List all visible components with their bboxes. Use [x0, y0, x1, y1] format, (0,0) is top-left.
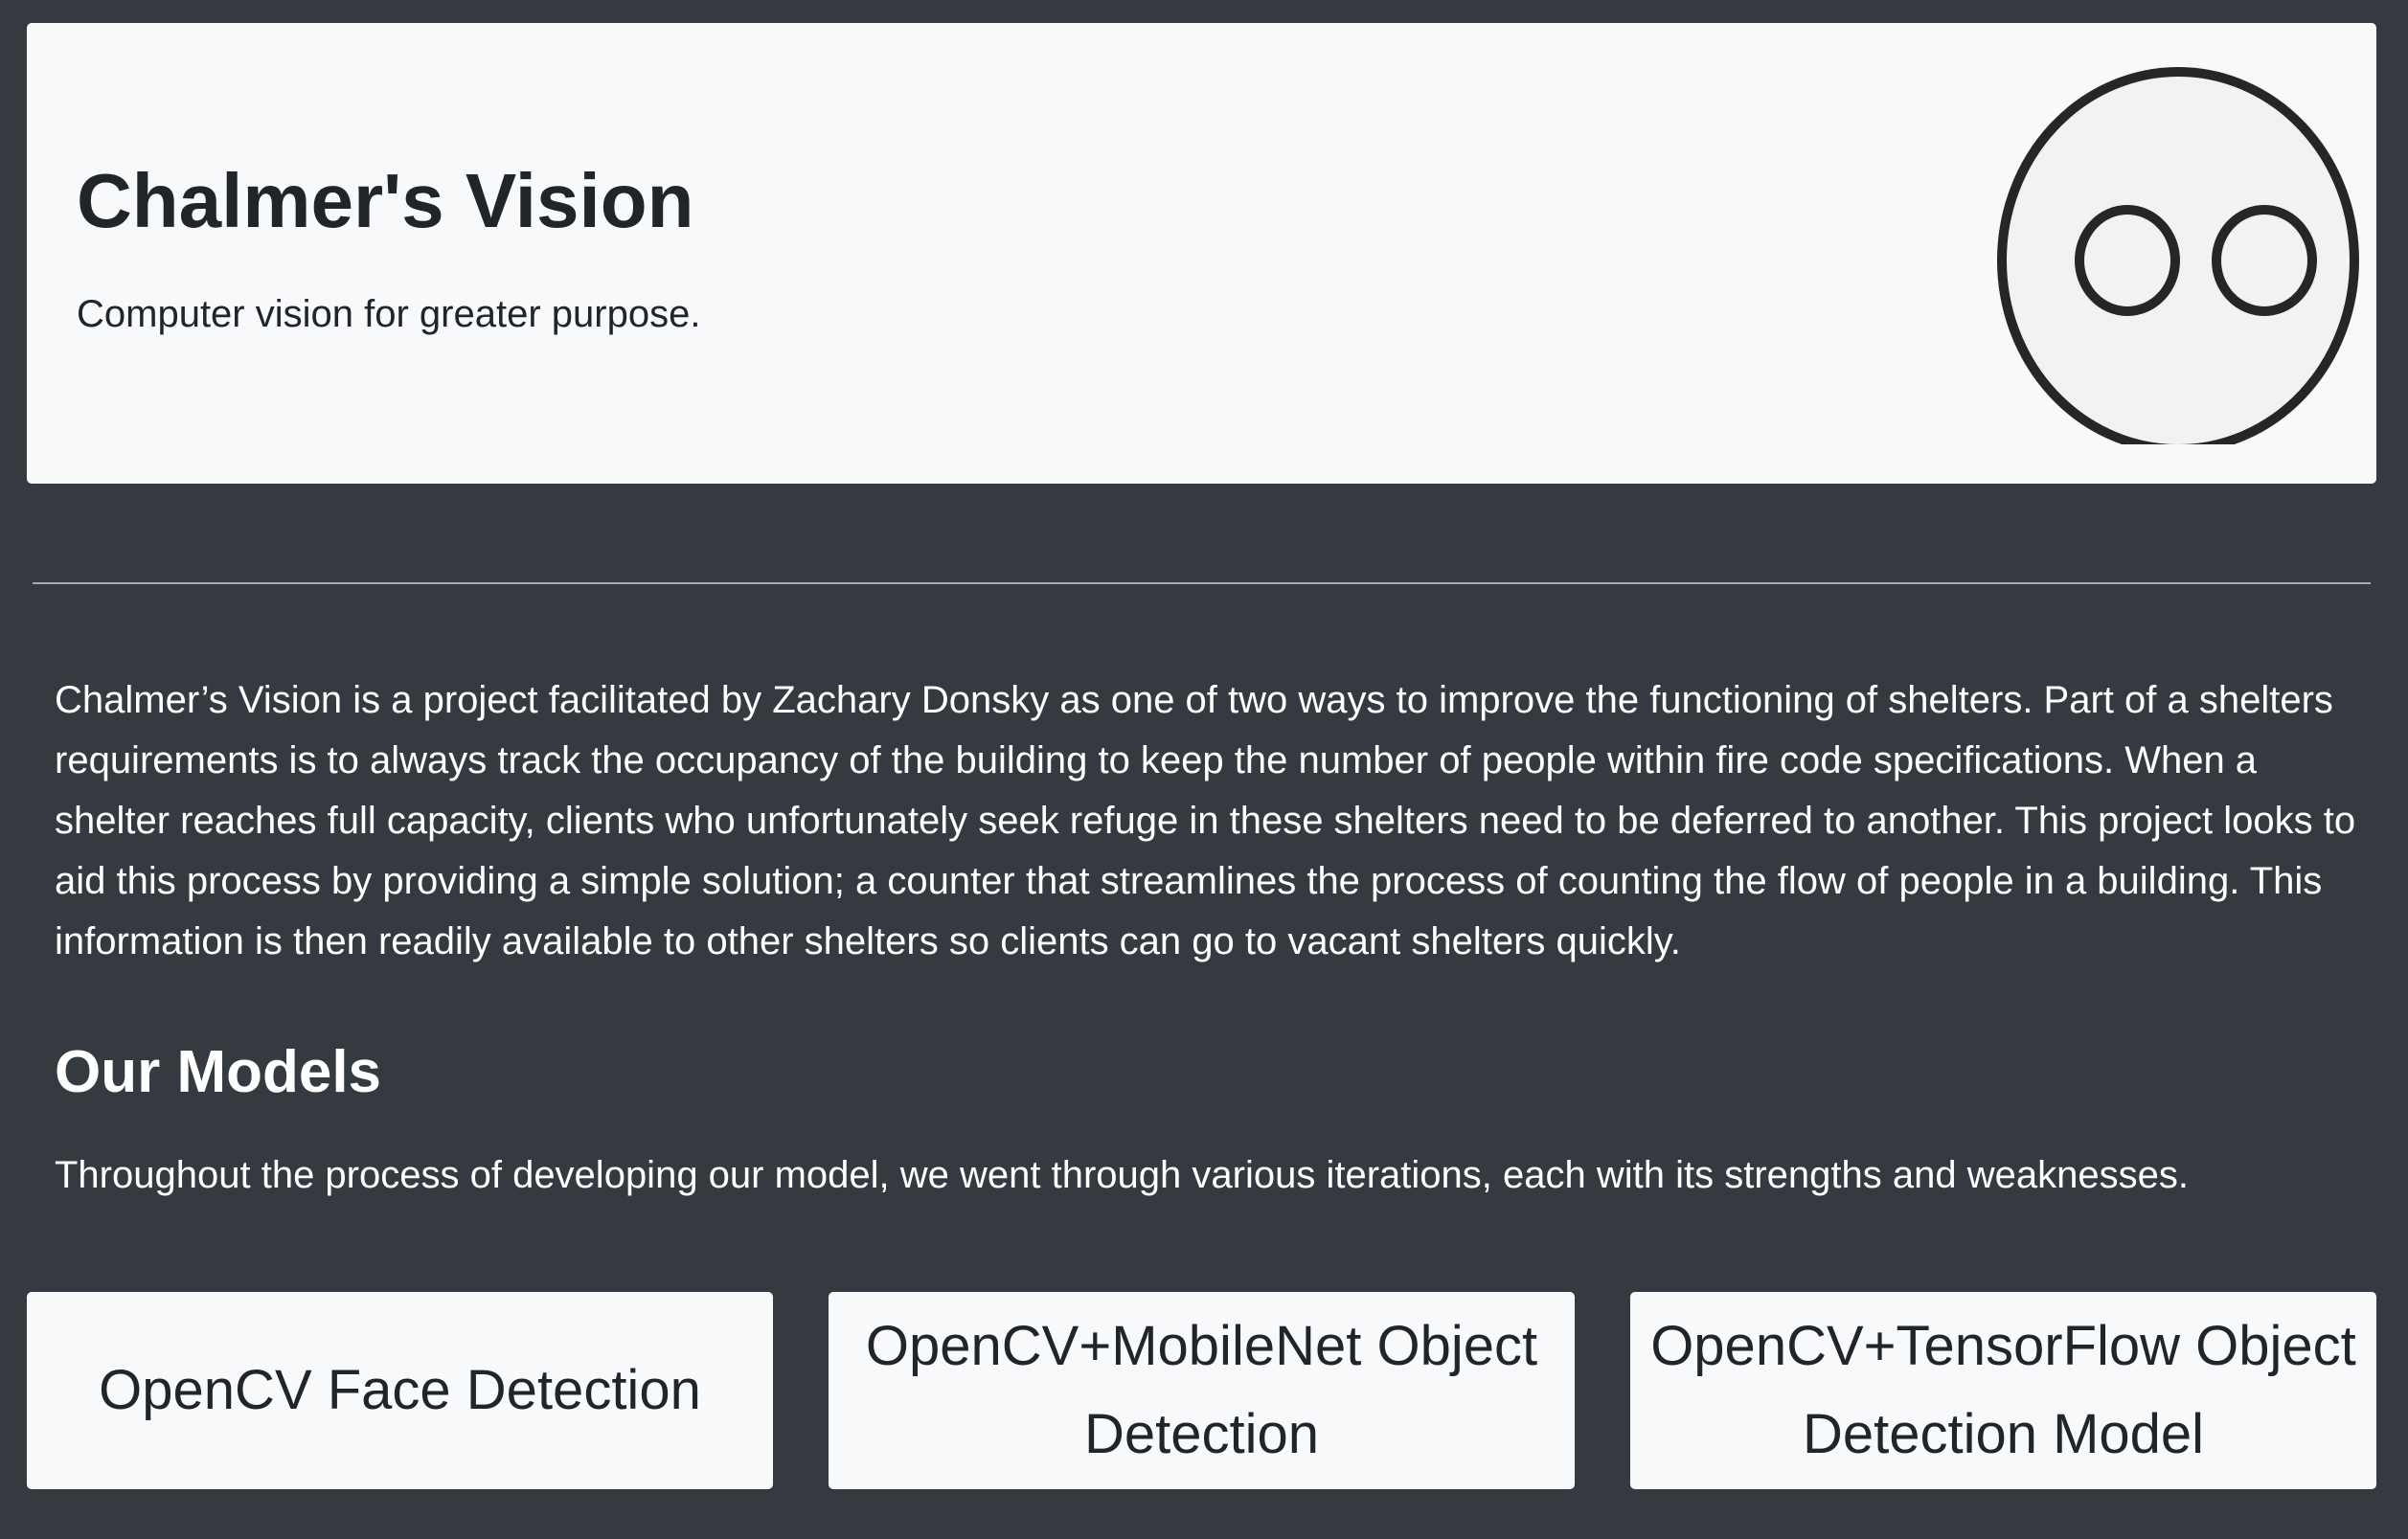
section-divider: [33, 582, 2371, 584]
model-card-label: OpenCV Face Detection: [99, 1359, 701, 1421]
hero-jumbotron: Chalmer's Vision Computer vision for gre…: [27, 23, 2376, 484]
models-description: Throughout the process of developing our…: [55, 1154, 2189, 1196]
eyes-face-logo-icon: [1997, 67, 2359, 444]
models-heading: Our Models: [55, 1039, 382, 1105]
model-card-opencv-face-detection[interactable]: OpenCV Face Detection: [27, 1292, 773, 1489]
project-description: Chalmer’s Vision is a project facilitate…: [55, 679, 2356, 962]
model-card-opencv-tensorflow[interactable]: OpenCV+TensorFlow Object Detection Model: [1630, 1292, 2376, 1489]
model-card-opencv-mobilenet[interactable]: OpenCV+MobileNet Object Detection: [829, 1292, 1575, 1489]
site-subtitle: Computer vision for greater purpose.: [77, 293, 701, 335]
model-card-label: OpenCV+MobileNet Object Detection: [865, 1315, 1538, 1465]
site-title: Chalmer's Vision: [77, 158, 694, 243]
model-card-label: OpenCV+TensorFlow Object Detection Model: [1650, 1315, 2356, 1465]
